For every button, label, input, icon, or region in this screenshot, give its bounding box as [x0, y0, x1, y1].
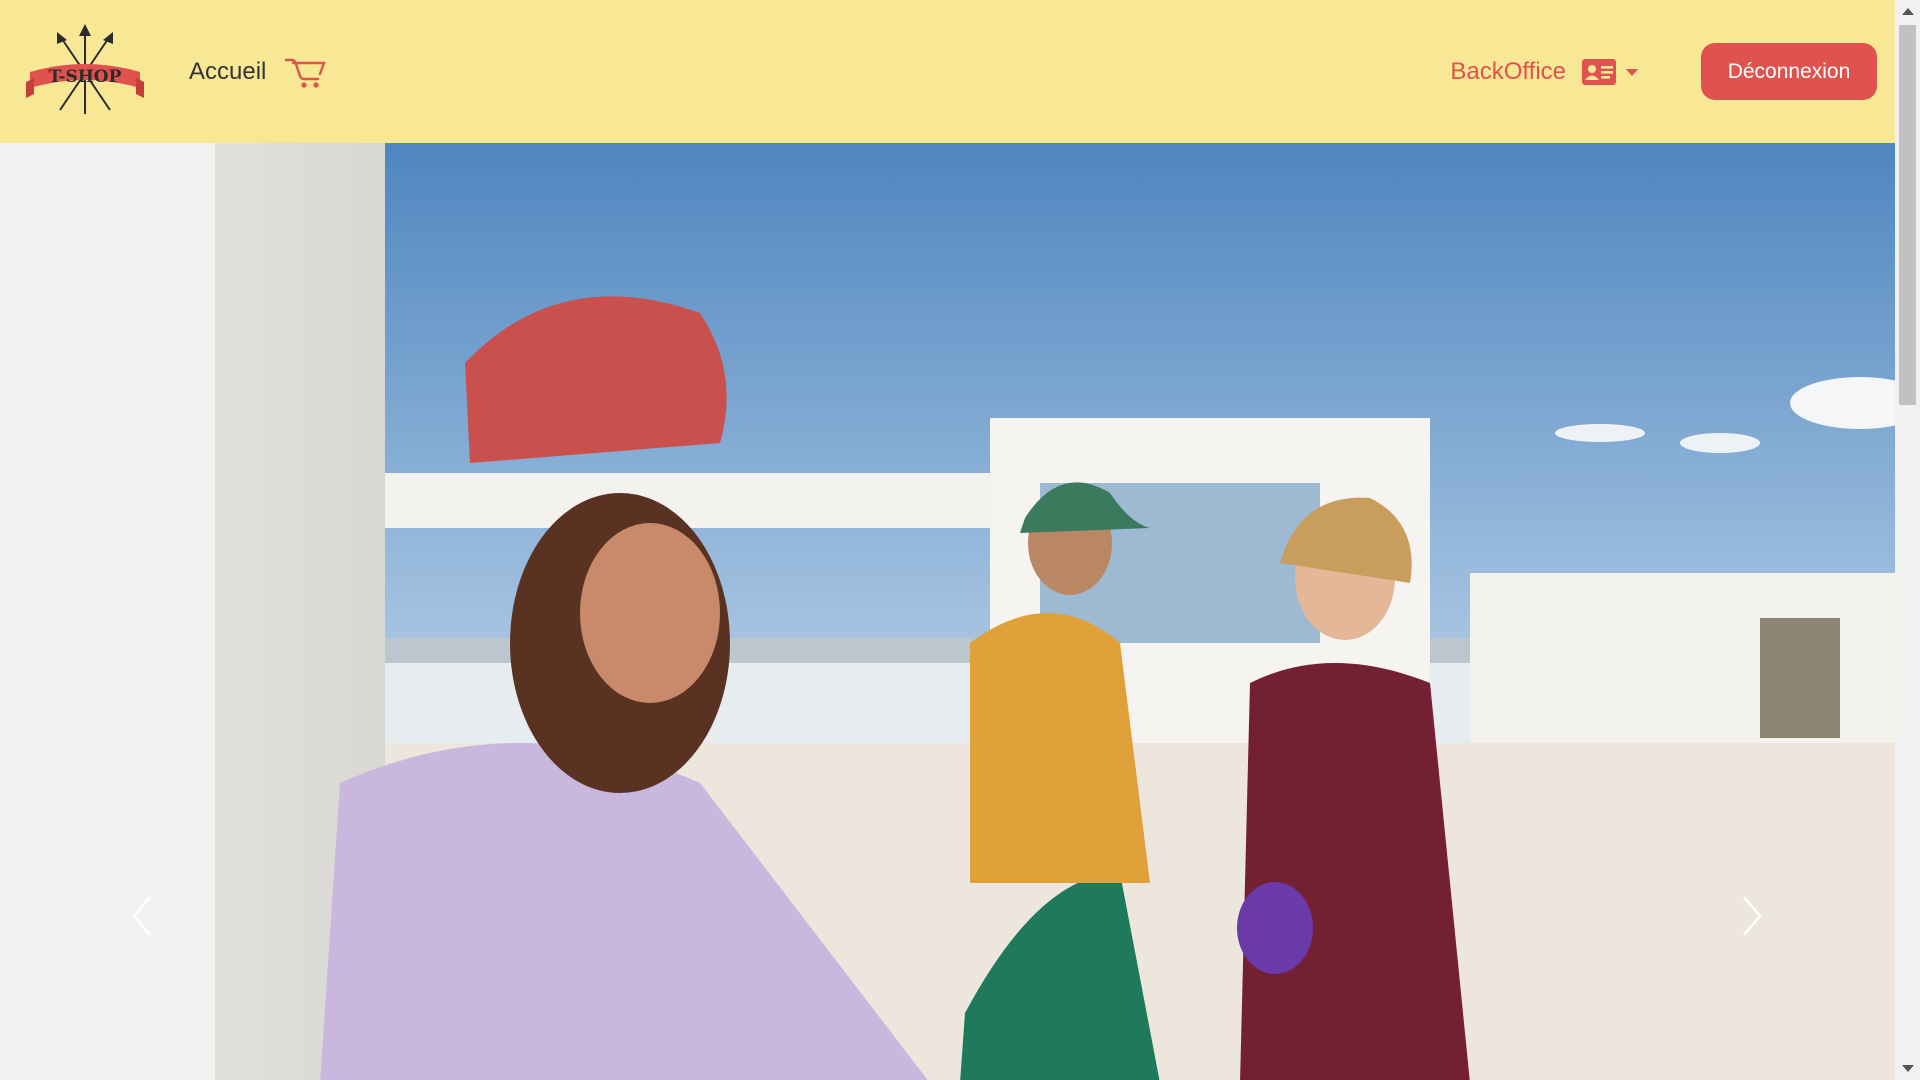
navbar: T-SHOP Accueil BackOffice Déconnexion	[0, 0, 1895, 143]
scroll-thumb[interactable]	[1899, 25, 1916, 405]
logout-button[interactable]: Déconnexion	[1701, 43, 1877, 100]
page-scrollbar[interactable]	[1895, 0, 1920, 1080]
scroll-up-arrow-icon[interactable]	[1902, 8, 1914, 15]
nav-backoffice-link[interactable]: BackOffice	[1450, 56, 1566, 88]
cart-button[interactable]	[284, 54, 326, 88]
tshop-logo[interactable]: T-SHOP	[24, 22, 146, 122]
chevron-right-icon	[1743, 896, 1762, 936]
carousel-slide-image	[0, 143, 1895, 1080]
hero-carousel	[0, 143, 1895, 1080]
logo-text: T-SHOP	[49, 67, 122, 87]
tshop-logo-icon: T-SHOP	[26, 24, 144, 114]
cart-icon	[284, 58, 326, 88]
caret-down-icon	[1626, 68, 1638, 76]
profile-dropdown[interactable]	[1582, 56, 1640, 88]
carousel-next-button[interactable]	[1712, 871, 1792, 961]
nav-home-link[interactable]: Accueil	[189, 56, 266, 88]
carousel-prev-button[interactable]	[102, 871, 182, 961]
chevron-left-icon	[132, 896, 151, 936]
id-card-icon	[1582, 59, 1616, 85]
scroll-down-arrow-icon[interactable]	[1902, 1065, 1914, 1072]
